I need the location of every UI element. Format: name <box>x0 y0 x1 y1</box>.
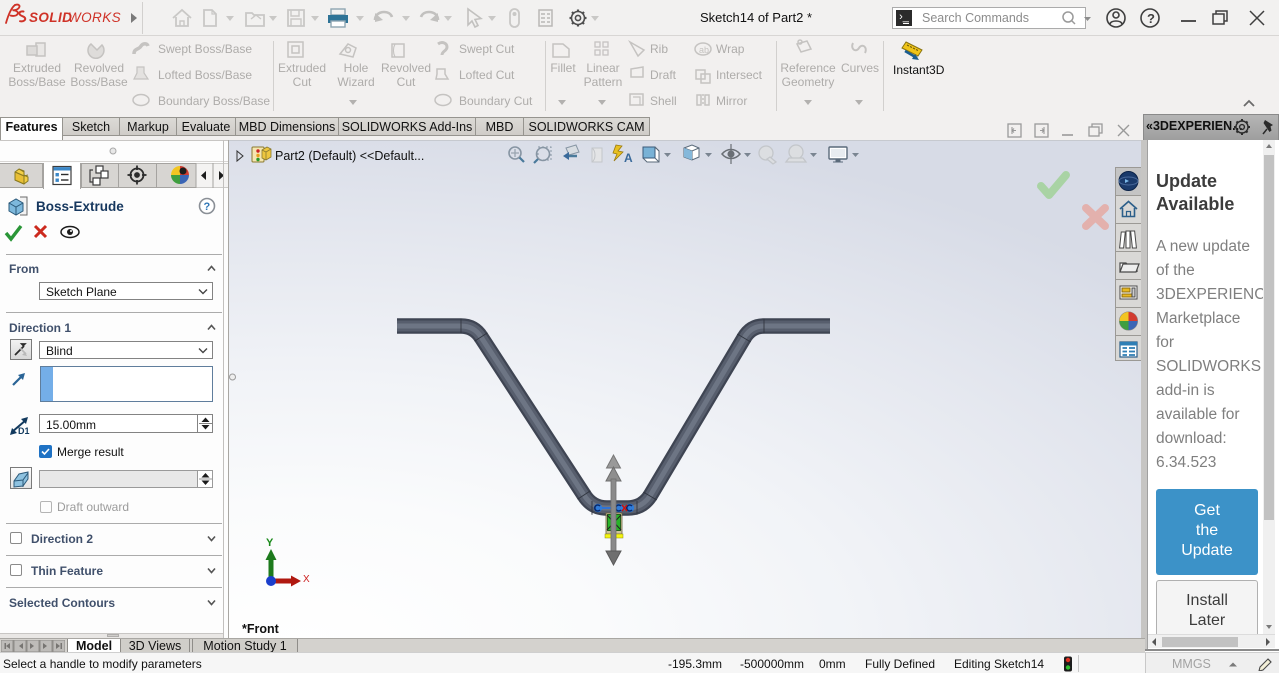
svg-text:A: A <box>624 151 633 165</box>
svg-text:*Front: *Front <box>242 622 280 636</box>
svg-text:?: ? <box>204 201 211 213</box>
svg-text:Part2 (Default) <<Default...: Part2 (Default) <<Default... <box>275 149 424 163</box>
svg-text:SOLID: SOLID <box>29 10 72 25</box>
svg-text:?: ? <box>1147 11 1155 26</box>
svg-text:Y: Y <box>266 537 274 549</box>
svg-text:X: X <box>303 574 310 585</box>
svg-text:D1: D1 <box>18 426 30 436</box>
svg-text:WORKS: WORKS <box>68 10 121 25</box>
svg-text:ab: ab <box>699 45 709 55</box>
